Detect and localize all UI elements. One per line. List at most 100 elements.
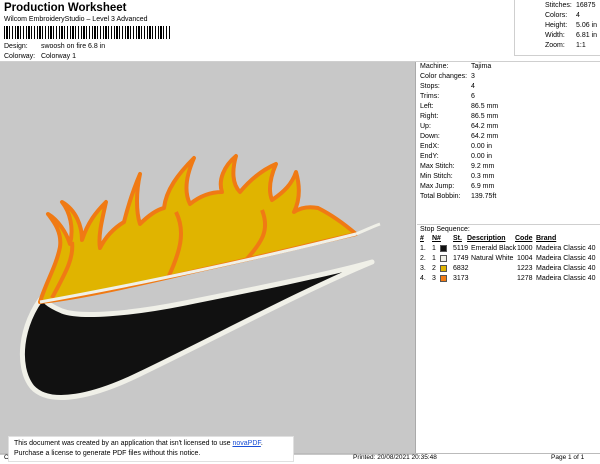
info-value: 0.3 mm xyxy=(471,173,495,180)
stat-height: Height: 5.06 in xyxy=(545,22,597,29)
info-row: Trims: 6 xyxy=(420,93,475,100)
info-label: Max Stitch: xyxy=(420,163,455,170)
info-value: 86.5 mm xyxy=(471,113,499,120)
stat-value: 4 xyxy=(576,12,580,19)
info-value: Tajima xyxy=(471,63,492,70)
row-needle: 3 xyxy=(432,275,436,282)
license-notice: This document was created by an applicat… xyxy=(8,436,294,462)
stat-value: 6.81 in xyxy=(576,32,598,39)
info-row: Machine: Tajima xyxy=(420,63,491,70)
embroidery-design xyxy=(19,154,381,400)
design-value: swoosh on fire 6.8 in xyxy=(40,43,106,50)
row-num: 4. xyxy=(420,275,426,282)
color-swatch xyxy=(440,275,449,283)
info-row: Total Bobbin: 139.75ft xyxy=(420,193,496,200)
col-header-description: Description xyxy=(467,235,506,242)
row-code: 1004 xyxy=(517,255,533,262)
info-label: Left: xyxy=(420,103,434,110)
row-brand: Madeira Classic 40 xyxy=(536,265,596,272)
info-row: Max Jump: 6.9 mm xyxy=(420,183,494,190)
row-needle: 1 xyxy=(432,255,436,262)
row-needle: 2 xyxy=(432,265,436,272)
stat-label: Zoom: xyxy=(545,42,565,49)
stat-label: Stitches: xyxy=(545,2,572,9)
footer-page: Page 1 of 1 xyxy=(551,454,585,461)
info-value: 139.75ft xyxy=(471,193,497,200)
stat-width: Width: 6.81 in xyxy=(545,32,597,39)
stat-label: Width: xyxy=(545,32,565,39)
info-label: Color changes: xyxy=(420,73,468,80)
col-header-brand: Brand xyxy=(536,235,557,242)
info-value: 6 xyxy=(471,93,475,100)
col-header-num: # xyxy=(420,235,424,242)
info-row: EndY: 0.00 in xyxy=(420,153,492,160)
stat-value: 1:1 xyxy=(576,42,586,49)
design-label: Design: xyxy=(4,43,28,50)
colorway-value: Colorway 1 xyxy=(40,53,76,60)
row-needle: 1 xyxy=(432,245,436,252)
info-row: EndX: 0.00 in xyxy=(420,143,492,150)
color-swatch xyxy=(440,265,449,273)
info-label: Right: xyxy=(420,113,439,120)
row-stitches: 1749 xyxy=(453,255,469,262)
row-brand: Madeira Classic 40 xyxy=(536,275,596,282)
stat-value: 5.06 in xyxy=(576,22,598,29)
info-label: Stops: xyxy=(420,83,440,90)
row-description: Natural White xyxy=(471,255,514,262)
barcode xyxy=(4,26,170,39)
stat-value: 16875 xyxy=(576,2,596,9)
col-header-needle: N# xyxy=(432,235,441,242)
row-num: 3. xyxy=(420,265,426,272)
info-label: Up: xyxy=(420,123,431,130)
footer-printed: Printed: 20/08/2021 20:35:48 xyxy=(353,454,437,461)
app-subtitle: Wilcom EmbroideryStudio – Level 3 Advanc… xyxy=(4,16,148,23)
row-code: 1278 xyxy=(517,275,533,282)
page-title: Production Worksheet xyxy=(4,2,127,14)
info-value: 6.9 mm xyxy=(471,183,495,190)
row-stitches: 6832 xyxy=(453,265,469,272)
row-brand: Madeira Classic 40 xyxy=(536,255,596,262)
notice-period: . xyxy=(260,440,263,447)
row-num: 1. xyxy=(420,245,426,252)
colorway-row: Colorway: Colorway 1 xyxy=(4,53,76,60)
info-row: Stops: 4 xyxy=(420,83,475,90)
info-value: 64.2 mm xyxy=(471,123,499,130)
info-divider xyxy=(417,224,600,225)
info-value: 64.2 mm xyxy=(471,133,499,140)
col-header-code: Code xyxy=(515,235,533,242)
info-row: Right: 86.5 mm xyxy=(420,113,498,120)
info-value: 3 xyxy=(471,73,475,80)
info-label: EndX: xyxy=(420,143,440,150)
row-stitches: 3173 xyxy=(453,275,469,282)
swoosh-tip xyxy=(355,222,381,236)
design-row: Design: swoosh on fire 6.8 in xyxy=(4,43,105,50)
stat-label: Colors: xyxy=(545,12,568,19)
info-value: 0.00 in xyxy=(471,143,493,150)
summary-stats: Stitches: 16875 Colors: 4 Height: 5.06 in W… xyxy=(514,0,600,56)
info-label: Total Bobbin: xyxy=(420,193,461,200)
notice-line-1: This document was created by an applicat… xyxy=(14,439,288,449)
info-label: Machine: xyxy=(420,63,449,70)
row-description: Emerald Black xyxy=(471,245,517,252)
design-preview xyxy=(0,62,416,455)
row-code: 1000 xyxy=(517,245,533,252)
colorway-label: Colorway: xyxy=(4,53,36,60)
info-value: 86.5 mm xyxy=(471,103,499,110)
stat-colors: Colors: 4 xyxy=(545,12,580,19)
stat-zoom: Zoom: 1:1 xyxy=(545,42,586,49)
info-row: Left: 86.5 mm xyxy=(420,103,498,110)
info-value: 9.2 mm xyxy=(471,163,495,170)
info-row: Min Stitch: 0.3 mm xyxy=(420,173,494,180)
info-value: 0.00 in xyxy=(471,153,493,160)
novapdf-link[interactable]: novaPDF xyxy=(232,440,260,447)
notice-text: This document was created by an applicat… xyxy=(14,440,233,447)
info-label: Down: xyxy=(420,133,440,140)
info-label: EndY: xyxy=(420,153,439,160)
info-row: Up: 64.2 mm xyxy=(420,123,498,130)
info-value: 4 xyxy=(471,83,475,90)
notice-line-2: Purchase a license to generate PDF files… xyxy=(14,450,201,457)
row-num: 2. xyxy=(420,255,426,262)
info-label: Trims: xyxy=(420,93,440,100)
color-swatch xyxy=(440,245,449,253)
stat-label: Height: xyxy=(545,22,568,29)
